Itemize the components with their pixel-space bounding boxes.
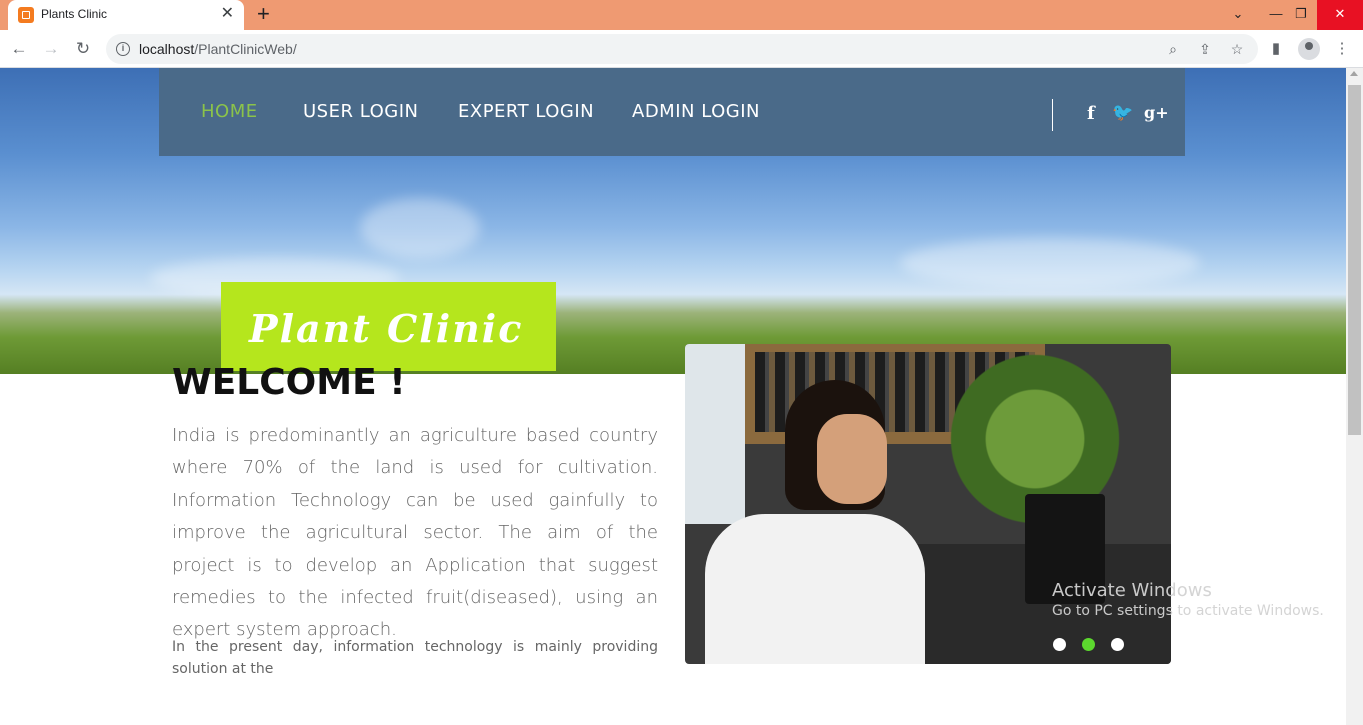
- bookmark-star-icon[interactable]: ☆: [1228, 40, 1246, 58]
- google-plus-icon[interactable]: g+: [1144, 103, 1169, 122]
- restore-button[interactable]: ❐: [1286, 0, 1316, 30]
- lab-coat: [705, 514, 925, 664]
- side-panel-icon[interactable]: ▮: [1266, 39, 1286, 59]
- address-bar[interactable]: i localhost/PlantClinicWeb/ ⌕ ⇪ ☆: [106, 34, 1258, 64]
- reload-icon[interactable]: ↻: [72, 38, 94, 60]
- cloud: [900, 238, 1200, 288]
- cloud: [360, 198, 480, 258]
- nav-home[interactable]: HOME: [201, 101, 258, 122]
- nav-expert-login[interactable]: EXPERT LOGIN: [458, 101, 594, 122]
- browser-tabstrip: Plants Clinic ✕ + ⌄ — ❐ ✕: [0, 0, 1363, 30]
- carousel-dot[interactable]: [1111, 638, 1124, 651]
- tab-title: Plants Clinic: [41, 7, 108, 21]
- activate-title: Activate Windows: [1052, 580, 1212, 601]
- windows-activation-watermark: Activate Windows Go to PC settings to ac…: [1052, 580, 1324, 619]
- twitter-icon[interactable]: 🐦: [1112, 103, 1133, 123]
- scroll-up-arrow-icon[interactable]: [1350, 71, 1358, 76]
- carousel-dot-active[interactable]: [1082, 638, 1095, 651]
- profile-avatar-icon[interactable]: [1298, 38, 1320, 60]
- window-close-button[interactable]: ✕: [1317, 0, 1363, 30]
- brand-banner: Plant Clinic: [221, 282, 556, 371]
- menu-dots-icon[interactable]: ⋮: [1332, 39, 1352, 59]
- url-host: localhost: [139, 41, 195, 57]
- page-viewport: HOME USER LOGIN EXPERT LOGIN ADMIN LOGIN…: [0, 68, 1346, 725]
- brand-title: Plant Clinic: [249, 306, 524, 351]
- info-icon[interactable]: i: [116, 42, 130, 56]
- new-tab-button[interactable]: +: [257, 3, 270, 25]
- researcher-face: [817, 414, 887, 504]
- share-icon[interactable]: ⇪: [1196, 40, 1214, 58]
- browser-toolbar: ← → ↻ i localhost/PlantClinicWeb/ ⌕ ⇪ ☆ …: [0, 30, 1363, 68]
- carousel-dot[interactable]: [1053, 638, 1066, 651]
- forward-arrow-icon[interactable]: →: [40, 38, 62, 60]
- page-scrollbar[interactable]: [1346, 68, 1363, 725]
- nav-user-login[interactable]: USER LOGIN: [303, 101, 418, 122]
- xampp-favicon-icon: [18, 7, 34, 23]
- intro-paragraph: India is predominantly an agriculture ba…: [172, 425, 658, 641]
- welcome-heading: WELCOME !: [172, 362, 406, 403]
- zoom-icon[interactable]: ⌕: [1164, 40, 1182, 58]
- main-navbar: HOME USER LOGIN EXPERT LOGIN ADMIN LOGIN…: [159, 68, 1185, 156]
- nav-divider: [1052, 99, 1053, 131]
- url-path: /PlantClinicWeb/: [194, 41, 297, 57]
- browser-tab[interactable]: Plants Clinic ✕: [8, 0, 244, 30]
- intro-paragraph-2: In the present day, information technolo…: [172, 639, 658, 677]
- back-arrow-icon[interactable]: ←: [8, 38, 30, 60]
- lab-window: [685, 344, 745, 524]
- scrollbar-thumb[interactable]: [1348, 85, 1361, 435]
- close-icon[interactable]: ✕: [221, 5, 234, 23]
- chevron-down-icon[interactable]: ⌄: [1223, 0, 1253, 30]
- nav-admin-login[interactable]: ADMIN LOGIN: [632, 101, 760, 122]
- url-text[interactable]: localhost/PlantClinicWeb/: [139, 41, 297, 57]
- activate-subtitle: Go to PC settings to activate Windows.: [1052, 603, 1324, 619]
- facebook-icon[interactable]: f: [1087, 103, 1095, 124]
